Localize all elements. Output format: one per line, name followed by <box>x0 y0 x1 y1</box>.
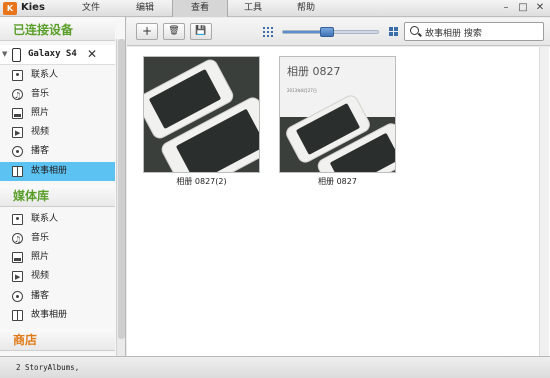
menu-file[interactable]: 文件 <box>63 0 119 17</box>
device-item-photos[interactable]: 照片 <box>0 104 115 123</box>
disconnect-device-button[interactable]: ✕ <box>87 47 97 61</box>
sidebar-item-label: 播客 <box>31 146 50 156</box>
video-icon <box>12 124 23 143</box>
device-item-music[interactable]: 音乐 <box>0 85 115 105</box>
sidebar-item-label: 播客 <box>31 291 50 301</box>
album-grid: 相册 0827(2) 相册 0827 2013年8月27日 相册 0827 <box>127 47 550 356</box>
library-item-podcasts[interactable]: 播客 <box>0 287 115 306</box>
device-item-contacts[interactable]: 联系人 <box>0 66 115 85</box>
search-text: 故事相册 搜索 <box>425 29 482 39</box>
album-cover-photo <box>280 92 395 172</box>
trash-icon: 🗑 <box>168 26 180 36</box>
kies-logo-icon: K <box>3 2 17 15</box>
menu-edit[interactable]: 编辑 <box>117 0 173 17</box>
sidebar-item-label: 视频 <box>31 127 50 137</box>
sidebar-item-label: 视频 <box>31 271 50 281</box>
contact-icon <box>12 70 23 81</box>
sidebar: 已连接设备 ▼ Galaxy S4 ✕ 联系人 音乐 照片 视频 播客 故事相册… <box>0 17 126 356</box>
podcast-icon <box>12 291 23 302</box>
device-item-story-albums[interactable]: 故事相册 <box>0 162 115 181</box>
album-label: 相册 0827 <box>318 177 357 186</box>
device-item-videos[interactable]: 视频 <box>0 123 115 143</box>
menu-help[interactable]: 帮助 <box>278 0 334 17</box>
collapse-arrow-icon[interactable]: ▼ <box>2 50 7 58</box>
content-scrollbar[interactable] <box>539 47 549 356</box>
sidebar-item-label: 音乐 <box>31 89 50 99</box>
sidebar-item-label: 音乐 <box>31 233 50 243</box>
library-item-story-albums[interactable]: 故事相册 <box>0 306 115 325</box>
contact-icon <box>12 214 23 225</box>
sidebar-item-label: 故事相册 <box>31 166 68 176</box>
save-icon: 💾 <box>195 26 207 36</box>
title-bar: K Kies 文件 编辑 查看 工具 帮助 – □ ✕ <box>0 0 550 17</box>
library-item-videos[interactable]: 视频 <box>0 267 115 287</box>
search-input[interactable]: 故事相册 搜索 <box>404 22 544 41</box>
sidebar-scroll-thumb[interactable] <box>118 39 125 339</box>
album-cover-photo <box>144 57 259 172</box>
close-window-button[interactable]: ✕ <box>533 1 547 15</box>
album-card-date: 2013年8月27日 <box>287 88 317 93</box>
delete-button[interactable]: 🗑 <box>163 23 185 40</box>
maximize-button[interactable]: □ <box>516 1 530 15</box>
video-icon <box>12 268 23 287</box>
connected-devices-header: 已连接设备 <box>0 19 115 41</box>
sidebar-item-label: 联系人 <box>31 214 59 224</box>
album-thumbnail[interactable] <box>143 56 260 173</box>
app-name: Kies <box>21 2 45 13</box>
story-album-icon <box>12 310 23 321</box>
zoom-slider-thumb[interactable] <box>320 27 334 37</box>
sidebar-scrollbar[interactable] <box>116 39 125 356</box>
status-bar: 2 StoryAlbums, <box>0 356 550 378</box>
podcast-icon <box>12 146 23 157</box>
photo-icon <box>12 108 23 119</box>
library-item-contacts[interactable]: 联系人 <box>0 210 115 229</box>
menu-tools[interactable]: 工具 <box>225 0 281 17</box>
sidebar-item-label: 照片 <box>31 108 50 118</box>
device-item-podcasts[interactable]: 播客 <box>0 142 115 161</box>
device-name: Galaxy S4 <box>28 49 77 59</box>
search-icon[interactable] <box>410 26 419 35</box>
photo-icon <box>12 252 23 263</box>
large-thumbnail-view-icon[interactable] <box>389 27 399 37</box>
sidebar-item-label: 故事相册 <box>31 310 68 320</box>
phone-icon <box>12 48 21 62</box>
library-item-music[interactable]: 音乐 <box>0 229 115 249</box>
menu-view[interactable]: 查看 <box>172 0 228 17</box>
album-card-title: 相册 0827 <box>287 65 341 78</box>
sidebar-item-label: 联系人 <box>31 70 59 80</box>
small-thumbnail-view-icon[interactable] <box>263 27 273 37</box>
music-icon <box>12 86 23 105</box>
save-button[interactable]: 💾 <box>190 23 212 40</box>
status-text: 2 StoryAlbums, <box>16 363 80 372</box>
library-header: 媒体库 <box>0 185 115 207</box>
toolbar: + 🗑 💾 故事相册 搜索 <box>127 18 550 46</box>
device-row[interactable]: ▼ Galaxy S4 ✕ <box>0 45 115 65</box>
library-item-photos[interactable]: 照片 <box>0 248 115 267</box>
store-header[interactable]: 商店 <box>0 329 115 351</box>
minimize-button[interactable]: – <box>499 1 513 15</box>
album-thumbnail[interactable]: 相册 0827 2013年8月27日 <box>279 56 396 173</box>
music-icon <box>12 230 23 249</box>
album-label: 相册 0827(2) <box>176 177 227 186</box>
sidebar-item-label: 照片 <box>31 252 50 262</box>
add-button[interactable]: + <box>136 23 158 40</box>
story-album-icon <box>12 166 23 177</box>
